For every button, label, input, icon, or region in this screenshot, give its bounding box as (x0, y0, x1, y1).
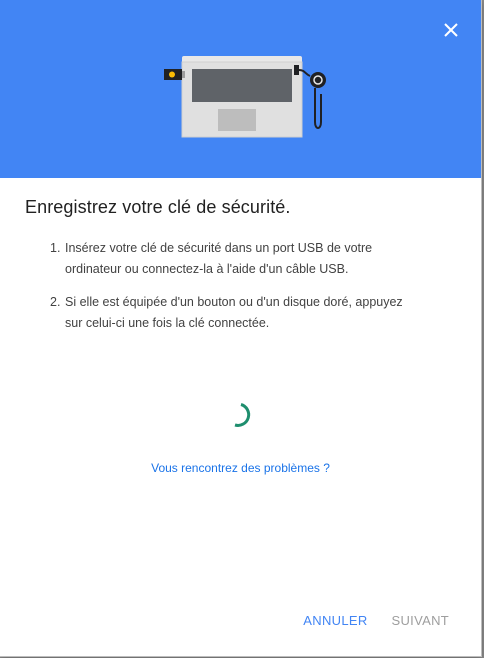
instruction-step-1: 1. Insérez votre clé de sécurité dans un… (50, 238, 420, 280)
step-number: 1. (50, 241, 61, 255)
laptop-security-key-illustration (164, 56, 326, 138)
instruction-steps: 1. Insérez votre clé de sécurité dans un… (50, 238, 420, 346)
dialog-footer: ANNULER SUIVANT (303, 613, 449, 628)
troubleshooting-link[interactable]: Vous rencontrez des problèmes ? (0, 461, 481, 475)
step-text: Si elle est équipée d'un bouton ou d'un … (65, 295, 403, 330)
loading-spinner-icon (234, 403, 251, 427)
next-button[interactable]: SUIVANT (392, 613, 449, 628)
step-number: 2. (50, 295, 61, 309)
dialog-title: Enregistrez votre clé de sécurité. (25, 197, 291, 217)
step-text: Insérez votre clé de sécurité dans un po… (65, 241, 373, 276)
close-button[interactable] (441, 20, 461, 40)
cancel-button[interactable]: ANNULER (303, 613, 367, 628)
instruction-step-2: 2. Si elle est équipée d'un bouton ou d'… (50, 292, 420, 334)
dialog-hero-banner (0, 0, 481, 178)
security-key-dialog: Enregistrez votre clé de sécurité. 1. In… (0, 0, 482, 657)
close-icon (444, 23, 458, 37)
